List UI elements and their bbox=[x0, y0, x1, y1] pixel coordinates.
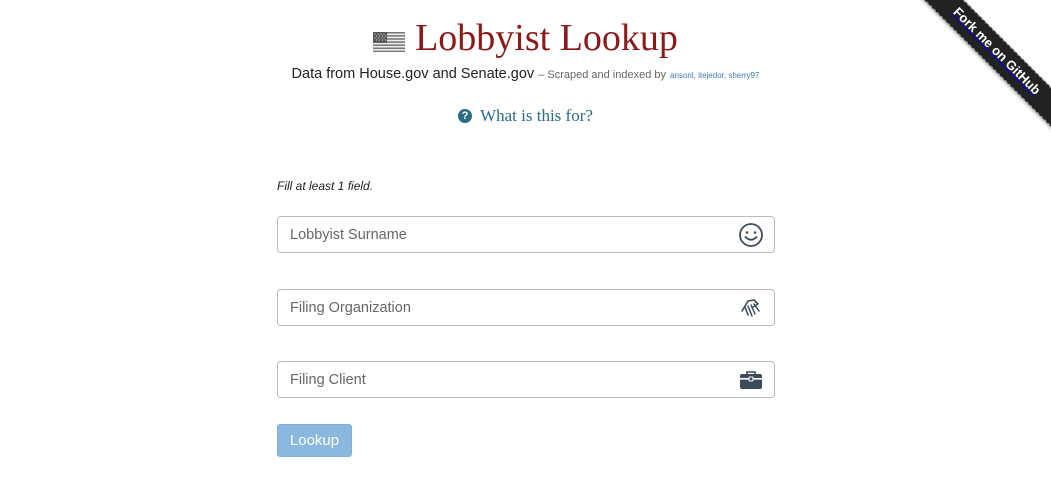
credits-text: – Scraped and indexed by bbox=[538, 69, 667, 81]
header: Lobbyist Lookup Data from House.gov and … bbox=[0, 16, 1051, 126]
what-is-this-for-link[interactable]: ? What is this for? bbox=[458, 106, 593, 126]
filing-organization-input[interactable] bbox=[278, 290, 730, 325]
handshake-icon bbox=[738, 295, 764, 321]
what-is-this-for-label: What is this for? bbox=[480, 106, 593, 125]
author-link[interactable]: sherry97 bbox=[728, 71, 759, 80]
filing-organization-field[interactable] bbox=[277, 289, 775, 326]
us-flag-icon bbox=[373, 32, 406, 52]
page: Lobbyist Lookup Data from House.gov and … bbox=[0, 0, 1051, 482]
lobbyist-surname-input[interactable] bbox=[278, 217, 730, 252]
data-source-text: Data from House.gov and Senate.gov bbox=[291, 66, 535, 82]
smiley-face-icon bbox=[738, 222, 764, 248]
page-title: Lobbyist Lookup bbox=[415, 17, 678, 59]
filing-client-input[interactable] bbox=[278, 362, 730, 397]
question-circle-icon: ? bbox=[458, 109, 473, 123]
author-links: ansonl, itejedor, sherry97 bbox=[670, 71, 760, 80]
lookup-button[interactable]: Lookup bbox=[277, 424, 352, 457]
author-link[interactable]: itejedor bbox=[698, 71, 724, 80]
form-hint: Fill at least 1 field. bbox=[277, 179, 374, 193]
ribbon-label: Fork me on GitHub bbox=[950, 4, 1044, 98]
author-link[interactable]: ansonl bbox=[670, 71, 694, 80]
github-ribbon-container: Fork me on GitHub bbox=[901, 0, 1051, 150]
lobbyist-surname-field[interactable] bbox=[277, 216, 775, 253]
filing-client-field[interactable] bbox=[277, 361, 775, 398]
briefcase-icon bbox=[738, 367, 764, 393]
fork-me-on-github-ribbon[interactable]: Fork me on GitHub bbox=[911, 0, 1051, 137]
title-row: Lobbyist Lookup bbox=[0, 16, 1051, 60]
subtitle: Data from House.gov and Senate.gov – Scr… bbox=[0, 66, 1051, 82]
lookup-form: Fill at least 1 field. Lobbyist Surname … bbox=[277, 178, 775, 457]
